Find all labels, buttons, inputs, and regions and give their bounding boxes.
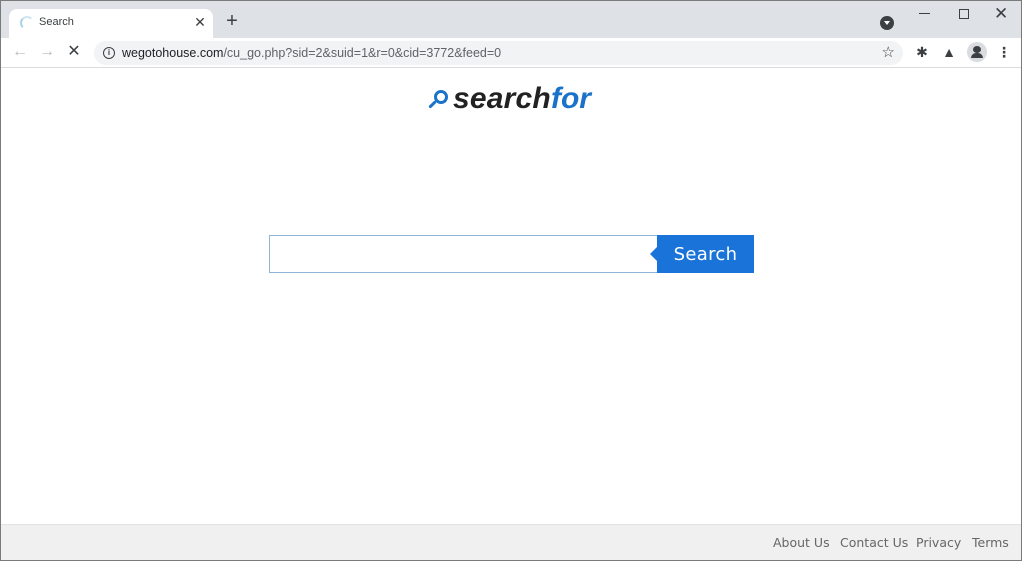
window-close-button[interactable]: ✕ bbox=[994, 5, 1008, 23]
loading-spinner-icon bbox=[20, 16, 34, 30]
logo-text-for: for bbox=[550, 82, 591, 115]
extensions-puzzle-icon[interactable]: ✱ bbox=[914, 44, 930, 60]
tab-strip: Search ✕ + ✕ bbox=[1, 1, 1021, 38]
footer-link-about-us[interactable]: About Us bbox=[773, 535, 830, 550]
url-path: /cu_go.php?sid=2&suid=1&r=0&cid=3772&fee… bbox=[223, 46, 502, 60]
magnifier-logo-icon bbox=[427, 86, 451, 112]
browser-toolbar: ← → ✕ i wegotohouse.com/cu_go.php?sid=2&… bbox=[1, 38, 1021, 68]
new-tab-button[interactable]: + bbox=[222, 11, 242, 31]
tab-search-icon[interactable] bbox=[880, 16, 894, 30]
forward-arrow-icon[interactable]: → bbox=[38, 43, 56, 61]
search-input-wrapper bbox=[269, 235, 658, 273]
url-host: wegotohouse.com bbox=[122, 46, 224, 60]
tab-title: Search bbox=[39, 16, 74, 28]
search-button[interactable]: Search bbox=[650, 235, 754, 273]
footer-link-terms[interactable]: Terms bbox=[972, 535, 1009, 550]
browser-tab[interactable]: Search ✕ bbox=[9, 9, 213, 38]
profile-avatar-icon[interactable] bbox=[967, 42, 987, 62]
page-content: search for Search bbox=[1, 69, 1021, 524]
more-menu-icon[interactable]: ⋮ bbox=[996, 44, 1012, 60]
labs-flask-icon[interactable]: ▲ bbox=[941, 44, 957, 60]
address-bar[interactable]: i wegotohouse.com/cu_go.php?sid=2&suid=1… bbox=[94, 41, 903, 65]
searchfor-logo[interactable]: search for bbox=[427, 81, 591, 117]
logo-text-search: search bbox=[453, 82, 551, 115]
footer-link-contact-us[interactable]: Contact Us bbox=[840, 535, 908, 550]
page-footer: About Us Contact Us Privacy Terms bbox=[1, 524, 1021, 560]
tab-close-icon[interactable]: ✕ bbox=[192, 14, 208, 30]
site-info-icon[interactable]: i bbox=[103, 47, 115, 59]
stop-loading-icon[interactable]: ✕ bbox=[65, 43, 83, 61]
url-text[interactable]: wegotohouse.com/cu_go.php?sid=2&suid=1&r… bbox=[122, 46, 501, 60]
footer-link-privacy[interactable]: Privacy bbox=[916, 535, 961, 550]
minimize-button[interactable] bbox=[919, 13, 930, 14]
back-arrow-icon[interactable]: ← bbox=[11, 43, 29, 61]
search-input[interactable] bbox=[270, 236, 657, 272]
maximize-button[interactable] bbox=[959, 9, 969, 19]
bookmark-star-icon[interactable]: ☆ bbox=[882, 43, 895, 61]
